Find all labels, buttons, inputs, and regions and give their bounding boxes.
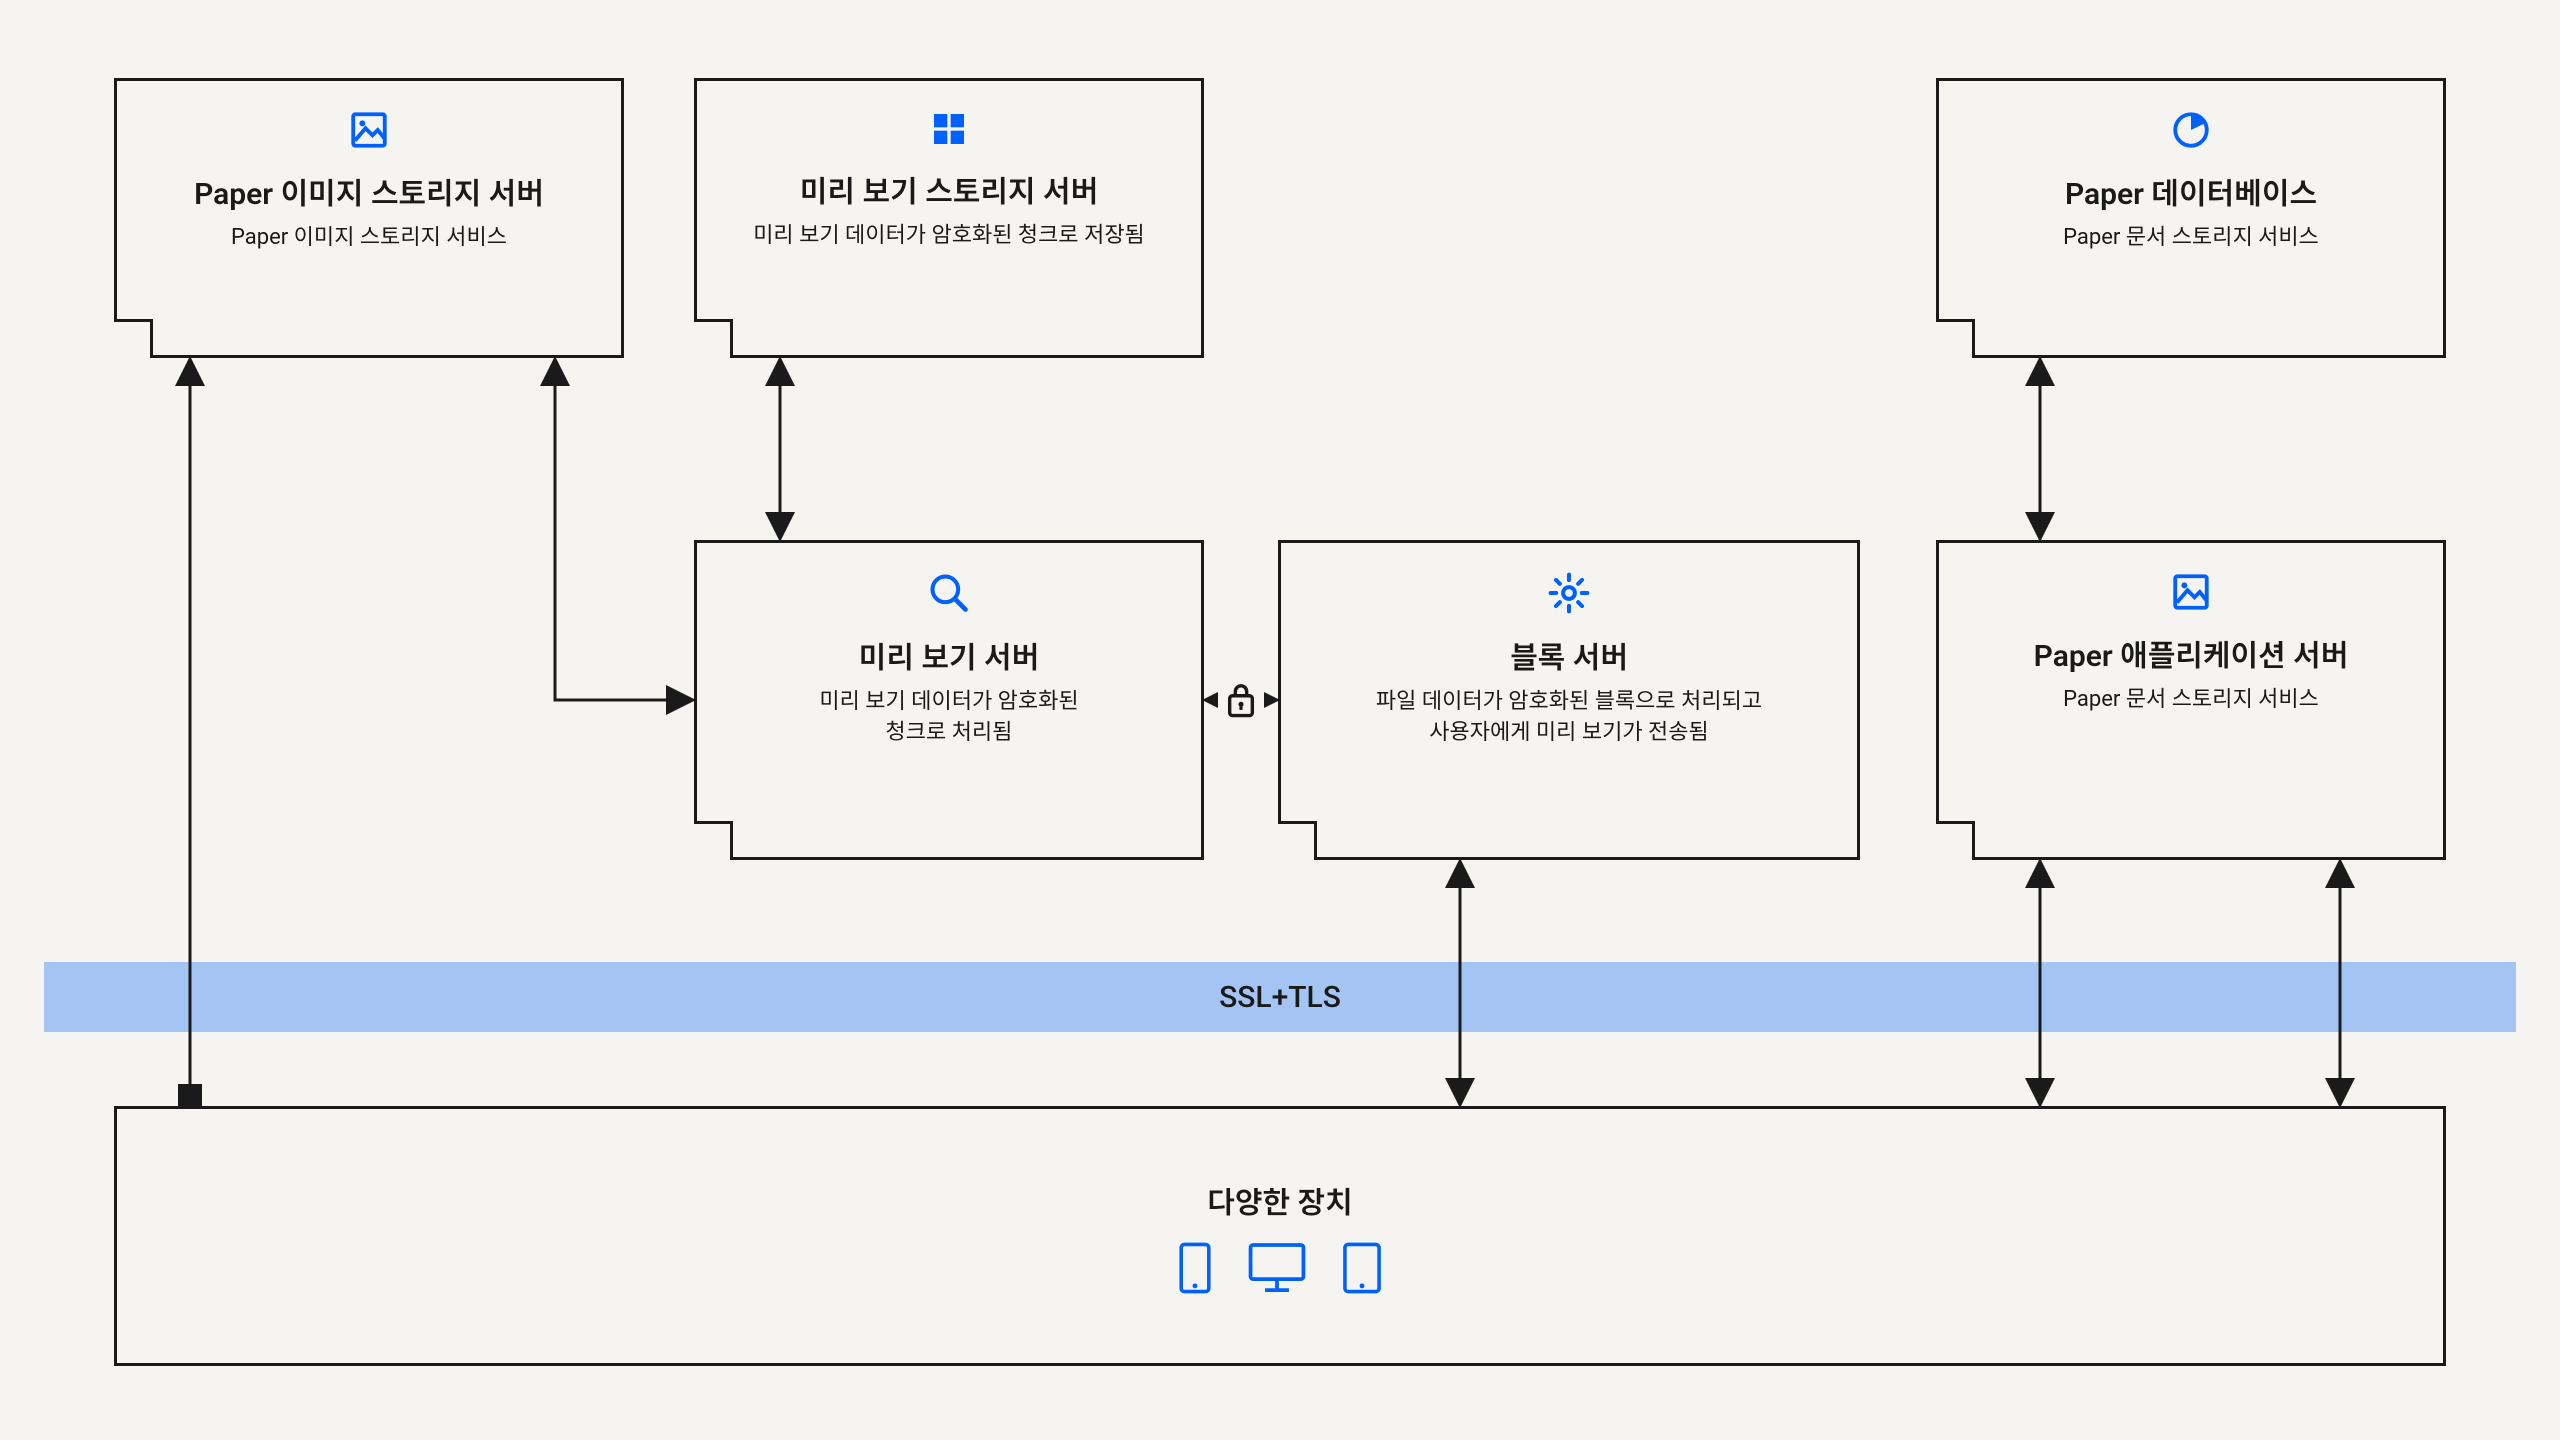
tablet-icon <box>1342 1242 1382 1294</box>
box-title: Paper 이미지 스토리지 서버 <box>194 169 544 213</box>
devices-icons <box>1178 1242 1382 1294</box>
devices-title: 다양한 장치 <box>1207 1178 1352 1222</box>
box-title: 미리 보기 스토리지 서버 <box>800 167 1098 211</box>
box-subtitle: 파일 데이터가 암호화된 블록으로 처리되고 사용자에게 미리 보기가 전송됨 <box>1376 687 1762 749</box>
pie-chart-icon <box>2170 109 2212 151</box>
box-subtitle: 미리 보기 데이터가 암호화된 청크로 처리됨 <box>819 687 1078 749</box>
magnify-icon <box>927 571 971 615</box>
box-title: Paper 데이터베이스 <box>2065 169 2317 213</box>
box-title: 미리 보기 서버 <box>859 633 1040 677</box>
paper-database-box: Paper 데이터베이스 Paper 문서 스토리지 서비스 <box>1936 78 2446 358</box>
paper-image-storage-server-box: Paper 이미지 스토리지 서버 Paper 이미지 스토리지 서비스 <box>114 78 624 358</box>
preview-server-box: 미리 보기 서버 미리 보기 데이터가 암호화된 청크로 처리됨 <box>694 540 1204 860</box>
image-icon <box>2170 571 2212 613</box>
box-subtitle: 미리 보기 데이터가 암호화된 청크로 저장됨 <box>753 221 1145 252</box>
ssl-tls-bar: SSL+TLS <box>44 962 2516 1032</box>
block-server-box: 블록 서버 파일 데이터가 암호화된 블록으로 처리되고 사용자에게 미리 보기… <box>1278 540 1860 860</box>
box-title: Paper 애플리케이션 서버 <box>2034 631 2349 675</box>
mobile-icon <box>1178 1242 1212 1294</box>
paper-app-server-box: Paper 애플리케이션 서버 Paper 문서 스토리지 서비스 <box>1936 540 2446 860</box>
image-icon <box>348 109 390 151</box>
lock-icon <box>1218 672 1264 728</box>
gear-icon <box>1547 571 1591 615</box>
desktop-icon <box>1248 1242 1306 1294</box>
box-subtitle: Paper 문서 스토리지 서비스 <box>2063 685 2319 716</box>
box-subtitle: Paper 문서 스토리지 서비스 <box>2063 223 2319 254</box>
ssl-label: SSL+TLS <box>1219 980 1341 1015</box>
devices-box: 다양한 장치 <box>114 1106 2446 1366</box>
preview-storage-server-box: 미리 보기 스토리지 서버 미리 보기 데이터가 암호화된 청크로 저장됨 <box>694 78 1204 358</box>
box-subtitle: Paper 이미지 스토리지 서비스 <box>231 223 507 254</box>
box-title: 블록 서버 <box>1510 633 1628 677</box>
grid-icon <box>929 109 969 149</box>
